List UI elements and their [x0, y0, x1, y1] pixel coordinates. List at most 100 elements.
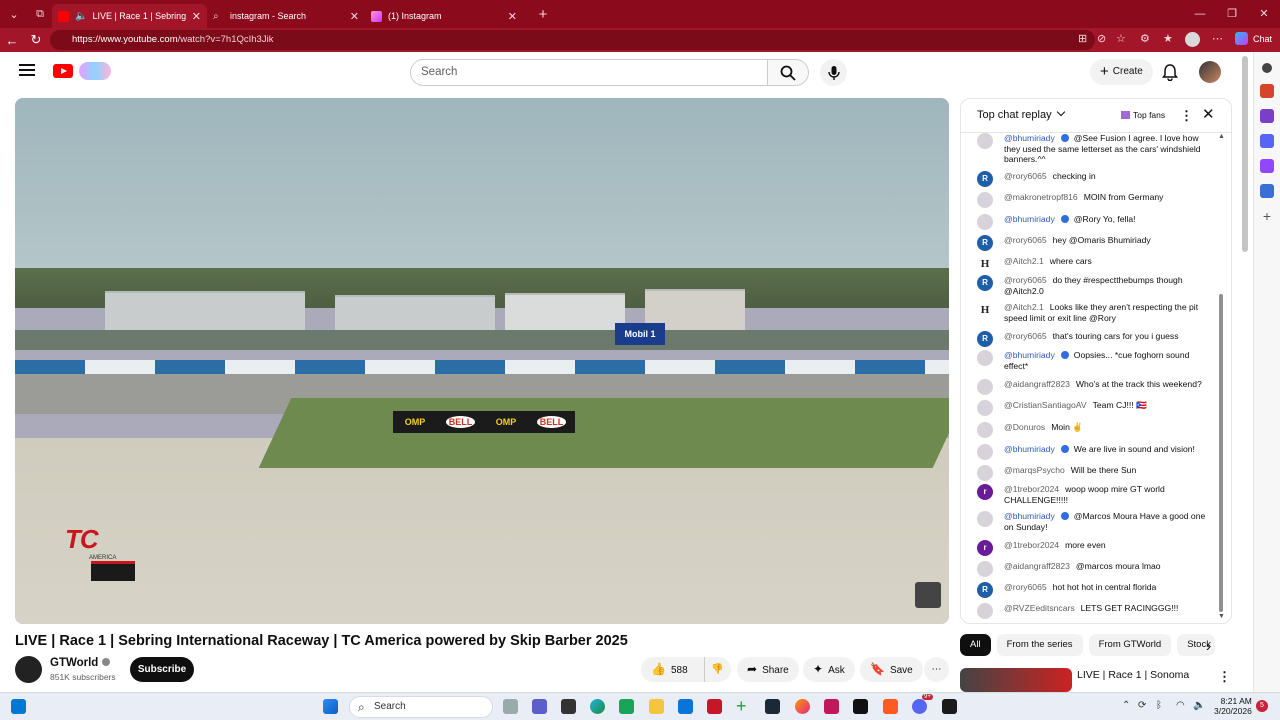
chat-avatar[interactable] — [977, 422, 993, 438]
voice-search-button[interactable] — [820, 59, 847, 86]
chat-avatar[interactable]: r — [977, 540, 993, 556]
close-tab-icon[interactable]: ✕ — [350, 10, 359, 23]
chat-scroll-up-icon[interactable]: ▲ — [1218, 133, 1225, 140]
tiktok-icon[interactable] — [853, 699, 868, 714]
chat-author[interactable]: @rory6065 — [1004, 582, 1047, 592]
chat-avatar[interactable] — [977, 603, 993, 619]
favorite-star-icon[interactable]: ☆ — [1116, 32, 1126, 45]
steam-icon[interactable] — [765, 699, 780, 714]
chevron-up-icon[interactable]: ⌃ — [1122, 700, 1130, 711]
thumbs-down-icon[interactable]: 👎 — [704, 657, 723, 682]
twitch-icon[interactable] — [1260, 159, 1274, 173]
chat-avatar[interactable] — [977, 400, 993, 416]
chip-from-series[interactable]: From the series — [996, 634, 1083, 656]
close-tab-icon[interactable]: ✕ — [192, 10, 201, 23]
chip-all[interactable]: All — [960, 634, 991, 656]
chat-avatar[interactable] — [977, 350, 993, 366]
plus-app-icon[interactable]: + — [736, 697, 751, 715]
chat-author[interactable]: @Aitch2.1 — [1004, 256, 1044, 266]
search-icon[interactable] — [1262, 63, 1272, 73]
chat-author[interactable]: @rory6065 — [1004, 235, 1047, 245]
chat-author[interactable]: @bhumiriady — [1004, 214, 1055, 224]
add-icon[interactable]: + — [1260, 209, 1274, 223]
recommendation-more-icon[interactable]: ⋮ — [1218, 669, 1231, 685]
chat-author[interactable]: @bhumiriady — [1004, 511, 1055, 521]
chat-author[interactable]: @rory6065 — [1004, 275, 1047, 285]
chat-author[interactable]: @RVZEeditsncars — [1004, 603, 1075, 613]
chat-author[interactable]: @makronetropf816 — [1004, 192, 1078, 202]
task-view-icon[interactable] — [503, 699, 518, 714]
channel-avatar[interactable] — [15, 656, 42, 683]
arc-icon[interactable] — [942, 699, 957, 714]
bluetooth-icon[interactable]: ᛒ — [1156, 700, 1162, 711]
favorites-icon[interactable]: ★ — [1163, 32, 1173, 45]
refresh-icon[interactable]: ↻ — [24, 32, 48, 48]
chat-author[interactable]: @1trebor2024 — [1004, 484, 1059, 494]
chat-avatar[interactable]: H — [977, 256, 993, 272]
browser-profile-avatar[interactable] — [1185, 32, 1200, 47]
chat-avatar[interactable] — [977, 511, 993, 527]
tab-list-icon[interactable]: ⌄ — [2, 2, 26, 26]
channel-watermark[interactable] — [915, 582, 941, 608]
system-clock[interactable]: 8:21 AM 3/20/2026 — [1214, 696, 1252, 716]
chat-avatar[interactable] — [977, 561, 993, 577]
back-icon[interactable]: ← — [0, 33, 24, 48]
chat-scrollbar[interactable] — [1219, 294, 1223, 612]
store-icon[interactable] — [561, 699, 576, 714]
video-player[interactable]: Mobil 1 OMP BELL OMP BELL TC AMERICA — [15, 98, 949, 624]
ask-button[interactable]: ✦ Ask — [803, 657, 855, 682]
youtube-doodle[interactable] — [79, 62, 111, 80]
copilot-button[interactable]: Chat — [1235, 32, 1272, 45]
chevron-right-icon[interactable]: › — [1206, 638, 1211, 654]
close-tab-icon[interactable]: ✕ — [508, 10, 517, 23]
close-chat-icon[interactable]: ✕ — [1202, 105, 1215, 123]
chat-author[interactable]: @marqsPsycho — [1004, 465, 1065, 475]
app-available-icon[interactable]: ⊞ — [1078, 32, 1087, 45]
chat-avatar[interactable] — [977, 214, 993, 230]
account-avatar[interactable] — [1199, 61, 1221, 83]
chat-mode-dropdown[interactable]: Top chat replay — [977, 109, 1064, 121]
chat-avatar[interactable] — [977, 192, 993, 208]
chat-avatar[interactable]: R — [977, 331, 993, 347]
notepad-icon[interactable] — [678, 699, 693, 714]
chat-author[interactable]: @bhumiriady — [1004, 444, 1055, 454]
youtube-logo[interactable] — [53, 64, 73, 78]
chat-avatar[interactable]: H — [977, 302, 993, 318]
chat-author[interactable]: @aidangraff2823 — [1004, 561, 1070, 571]
notifications-button[interactable] — [1162, 63, 1178, 84]
extensions-icon[interactable]: ⚙ — [1140, 32, 1150, 45]
tracking-prevention-icon[interactable]: ⊘ — [1097, 32, 1106, 45]
discord-icon[interactable] — [912, 699, 927, 714]
onenote-icon[interactable] — [1260, 109, 1274, 123]
firefox-icon[interactable] — [795, 699, 810, 714]
url-field[interactable]: https://www.youtube.com/watch?v=7h1QcIh3… — [50, 30, 1095, 50]
app-icon[interactable] — [619, 699, 634, 714]
recommendation-thumbnail[interactable] — [960, 668, 1072, 692]
chat-author[interactable]: @CristianSantiagoAV — [1004, 400, 1087, 410]
chat-author[interactable]: @1trebor2024 — [1004, 540, 1059, 550]
chat-author[interactable]: @bhumiriady — [1004, 133, 1055, 143]
new-tab-button[interactable]: + — [531, 2, 555, 26]
chat-avatar[interactable]: R — [977, 275, 993, 291]
chat-avatar[interactable]: R — [977, 171, 993, 187]
teams-icon[interactable] — [532, 699, 547, 714]
chat-more-icon[interactable]: ⋮ — [1180, 108, 1193, 124]
chat-author[interactable]: @rory6065 — [1004, 331, 1047, 341]
chat-avatar[interactable] — [977, 133, 993, 149]
file-explorer-icon[interactable] — [649, 699, 664, 714]
chip-from-gtworld[interactable]: From GTWorld — [1088, 634, 1172, 656]
chat-avatar[interactable]: r — [977, 484, 993, 500]
chat-avatar[interactable] — [977, 444, 993, 460]
sync-icon[interactable]: ⟳ — [1138, 700, 1146, 711]
chat-author[interactable]: @rory6065 — [1004, 171, 1047, 181]
menu-icon[interactable] — [19, 64, 35, 76]
search-input[interactable]: Search — [410, 59, 768, 86]
chat-author[interactable]: @Donuros — [1004, 422, 1045, 432]
tools-icon[interactable] — [1260, 184, 1274, 198]
save-button[interactable]: 🔖 Save — [860, 657, 923, 682]
brave-icon[interactable] — [883, 699, 898, 714]
like-button[interactable]: 👍 588 👎 — [641, 657, 731, 682]
edge-icon[interactable] — [590, 699, 605, 714]
start-icon[interactable] — [323, 699, 338, 714]
tab-instagram-search[interactable]: ⌕ instagram - Search ✕ — [207, 4, 365, 28]
